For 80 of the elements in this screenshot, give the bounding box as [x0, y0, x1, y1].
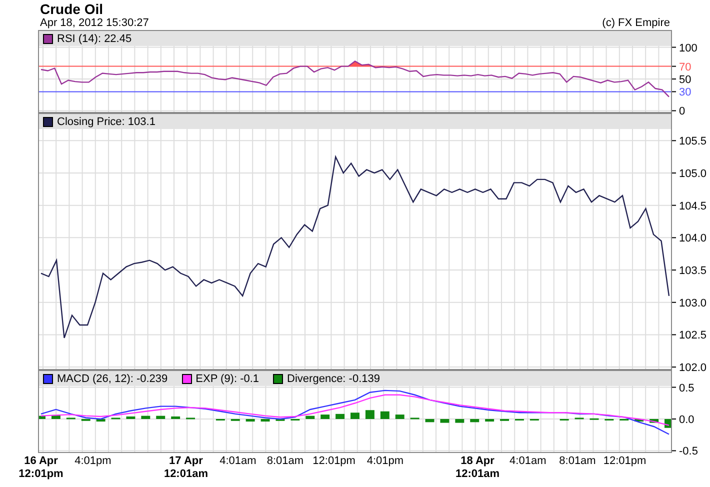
axis-label: 0.5: [679, 382, 694, 394]
time-label: 18 Apr 12:01am: [455, 455, 500, 481]
divergence-bar: [51, 415, 60, 419]
divergence-bar: [39, 416, 46, 419]
time-label: 17 Apr 12:01am: [164, 455, 208, 481]
tick-mark: [672, 66, 676, 67]
divergence-bar: [425, 419, 434, 422]
time-label: 12:01pm: [603, 455, 646, 468]
tick-mark: [672, 418, 676, 420]
divergence-bar: [336, 414, 345, 419]
axis-label: 102.5: [679, 330, 707, 342]
time-label: 4:01pm: [74, 455, 112, 468]
divergence-bar: [440, 419, 450, 423]
tick-mark: [672, 91, 676, 92]
axis-label: 102.0: [679, 362, 707, 374]
chart-title: Crude Oil: [40, 2, 104, 17]
tick-mark: [672, 237, 676, 238]
time-label: 12:01pm: [312, 455, 356, 468]
divergence-bar: [96, 419, 106, 422]
legend-swatch-icon: [43, 374, 53, 384]
divergence-bar: [171, 416, 180, 419]
threshold-label: 70: [679, 61, 692, 74]
legend-label: Divergence: -0.139: [287, 372, 380, 384]
legend-label: Closing Price: 103.1: [57, 116, 156, 128]
tick-mark: [672, 78, 676, 80]
tick-mark: [672, 334, 676, 336]
tick-mark: [672, 140, 676, 142]
legend-label: EXP (9): -0.1: [196, 372, 260, 384]
tick-mark: [672, 110, 676, 112]
time-label: 4:01am: [510, 455, 546, 468]
tick-mark: [672, 204, 676, 206]
legend-swatch-icon: [182, 374, 192, 384]
axis-label: 100: [679, 42, 698, 54]
legend-swatch-icon: [273, 374, 284, 384]
divergence-bar: [380, 411, 390, 419]
time-label: 4:01am: [220, 455, 256, 468]
divergence-bar: [664, 419, 671, 428]
legend-label: RSI (14): 22.45: [57, 32, 132, 44]
divergence-bar: [126, 416, 136, 419]
divergence-bar: [455, 419, 464, 423]
axis-label: 104.0: [679, 232, 707, 245]
time-label: 16 Apr 12:01pm: [18, 455, 64, 481]
legend-label: MACD (26, 12): -0.239: [57, 372, 168, 384]
axis-label: 0.0: [679, 414, 694, 426]
copyright: (c) FX Empire: [602, 17, 670, 30]
axis-label: 103.5: [679, 265, 707, 278]
axis-label: 104.5: [679, 200, 707, 212]
tick-mark: [672, 46, 676, 48]
time-label: 8:01am: [559, 455, 596, 468]
legend-swatch-icon: [43, 34, 53, 44]
legend-swatch-icon: [43, 116, 53, 126]
tick-mark: [672, 450, 676, 452]
axis-label: 0: [679, 106, 686, 118]
divergence-bar: [320, 414, 330, 419]
axis-label: 105.5: [679, 136, 707, 148]
tick-mark: [672, 270, 676, 271]
divergence-bar: [306, 416, 315, 419]
axis-label: 105.0: [679, 168, 707, 180]
axis-label: -0.5: [679, 446, 698, 458]
tick-mark: [672, 366, 676, 368]
tick-mark: [672, 172, 676, 174]
divergence-bar: [470, 419, 480, 422]
divergence-bar: [156, 416, 166, 419]
time-label: 4:01pm: [366, 455, 404, 468]
divergence-bar: [365, 410, 374, 419]
divergence-bar: [350, 412, 360, 419]
timestamp: Apr 18, 2012 15:30:27: [40, 17, 149, 30]
divergence-bar: [485, 419, 494, 422]
time-label: 8:01am: [266, 455, 304, 468]
divergence-bar: [395, 414, 404, 419]
tick-mark: [672, 302, 676, 303]
divergence-bar: [634, 419, 644, 422]
axis-label: 103.0: [679, 297, 707, 310]
divergence-bar: [260, 419, 270, 422]
divergence-bar: [141, 416, 150, 419]
divergence-bar: [650, 419, 659, 423]
divergence-bar: [246, 419, 255, 422]
axis-label: 50: [679, 74, 692, 86]
tick-mark: [672, 386, 676, 388]
threshold-label: 30: [679, 86, 692, 99]
